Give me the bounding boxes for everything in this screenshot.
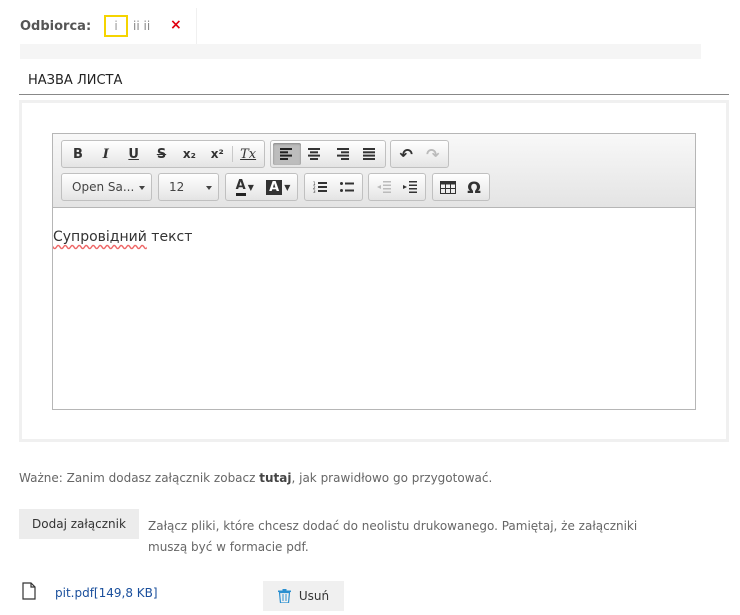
font-family-value: Open Sa... — [72, 180, 135, 194]
recipient-label: Odbiorca: — [20, 19, 92, 34]
attachment-description: Załącz pliki, które chcesz dodać do neol… — [148, 519, 638, 554]
editor-content-area[interactable]: Супровідний текст — [53, 209, 695, 409]
header-bar — [20, 44, 701, 59]
toolbar-group-basic-styles: B I U S x₂ x² Tx — [61, 140, 265, 168]
info-link[interactable]: tutaj — [259, 471, 291, 485]
bold-icon: B — [72, 146, 83, 162]
text-color-button[interactable]: A ▼ — [228, 176, 262, 198]
recipient-name: ii ii — [133, 19, 151, 33]
toolbar-group-alignment — [270, 140, 386, 168]
chevron-down-icon: ▼ — [284, 182, 291, 192]
recipient-row: Odbiorca: i ii ii × — [0, 8, 200, 48]
underline-button[interactable]: U — [120, 143, 148, 165]
omega-icon: Ω — [467, 177, 481, 197]
numbered-list-button[interactable]: 123 — [307, 176, 334, 198]
superscript-button[interactable]: x² — [203, 143, 231, 165]
font-size-value: 12 — [169, 180, 185, 194]
remove-format-button[interactable]: Tx — [234, 143, 262, 165]
file-icon — [22, 582, 36, 600]
bulleted-list-icon — [339, 182, 354, 192]
indent-icon — [403, 181, 417, 193]
undo-icon: ↶ — [399, 144, 413, 164]
numbered-list-icon: 123 — [313, 181, 328, 193]
attachment-info: Ważne: Zanim dodasz załącznik zobacz tut… — [19, 471, 492, 485]
toolbar-group-history: ↶ ↷ — [390, 140, 449, 168]
chevron-down-icon — [206, 186, 212, 190]
table-icon — [440, 180, 456, 194]
divider — [196, 8, 197, 48]
subscript-button[interactable]: x₂ — [175, 143, 203, 165]
justify-icon — [363, 148, 376, 160]
delete-attachment-button[interactable]: Usuń — [263, 581, 344, 611]
italic-button[interactable]: I — [92, 143, 120, 165]
recipient-chip-text: i — [114, 19, 118, 33]
align-center-button[interactable] — [301, 143, 329, 165]
special-character-button[interactable]: Ω — [461, 176, 487, 198]
info-suffix: , jak prawidłowo go przygotować. — [291, 471, 493, 485]
outdent-icon — [377, 181, 391, 193]
toolbar-group-lists: 123 — [304, 173, 363, 201]
toolbar-group-insert: Ω — [432, 173, 490, 201]
toolbar-group-indent — [368, 173, 426, 201]
remove-format-icon: Tx — [240, 146, 257, 162]
editor-toolbar: B I U S x₂ x² Tx ↶ ↷ Open Sa... 12 A ▼ A… — [53, 134, 695, 208]
editor-content-word: Супровідний — [53, 229, 147, 245]
superscript-icon: x² — [210, 147, 224, 161]
rich-text-editor: B I U S x₂ x² Tx ↶ ↷ Open Sa... 12 A ▼ A… — [52, 133, 696, 410]
font-family-select[interactable]: Open Sa... — [61, 173, 152, 201]
italic-icon: I — [102, 146, 109, 162]
subscript-icon: x₂ — [182, 147, 196, 161]
editor-content-word: текст — [151, 229, 193, 245]
outdent-button[interactable] — [371, 176, 397, 198]
toolbar-group-colors: A ▼ A ▼ — [225, 173, 298, 201]
redo-button[interactable]: ↷ — [420, 143, 447, 165]
delete-label: Usuń — [298, 589, 330, 603]
align-right-button[interactable] — [328, 143, 356, 165]
letter-title-input[interactable] — [19, 66, 729, 95]
bold-button[interactable]: B — [64, 143, 92, 165]
background-color-icon: A — [266, 179, 283, 195]
strikethrough-icon: S — [156, 146, 167, 162]
toolbar-separator — [232, 146, 234, 162]
svg-text:3: 3 — [313, 189, 316, 193]
font-size-select[interactable]: 12 — [158, 173, 219, 201]
add-attachment-button[interactable]: Dodaj załącznik — [19, 509, 139, 539]
text-color-icon: A — [235, 178, 246, 196]
justify-button[interactable] — [356, 143, 384, 165]
bulleted-list-button[interactable] — [334, 176, 361, 198]
align-left-icon — [279, 148, 292, 160]
indent-button[interactable] — [397, 176, 423, 198]
strikethrough-button[interactable]: S — [148, 143, 176, 165]
recipient-remove-icon[interactable]: × — [170, 17, 182, 33]
table-button[interactable] — [435, 176, 461, 198]
undo-button[interactable]: ↶ — [393, 143, 420, 165]
info-prefix: Ważne: Zanim dodasz załącznik zobacz — [19, 471, 260, 485]
redo-icon: ↷ — [426, 144, 440, 164]
background-color-button[interactable]: A ▼ — [262, 176, 296, 198]
recipient-chip[interactable]: i — [104, 15, 128, 37]
trash-icon — [277, 589, 291, 603]
align-center-icon — [308, 148, 321, 160]
attachment-file-link[interactable]: pit.pdf[149,8 KB] — [55, 586, 158, 600]
chevron-down-icon: ▼ — [247, 182, 254, 192]
align-right-icon — [336, 148, 349, 160]
underline-icon: U — [128, 146, 139, 162]
align-left-button[interactable] — [273, 143, 301, 165]
chevron-down-icon — [139, 186, 145, 190]
